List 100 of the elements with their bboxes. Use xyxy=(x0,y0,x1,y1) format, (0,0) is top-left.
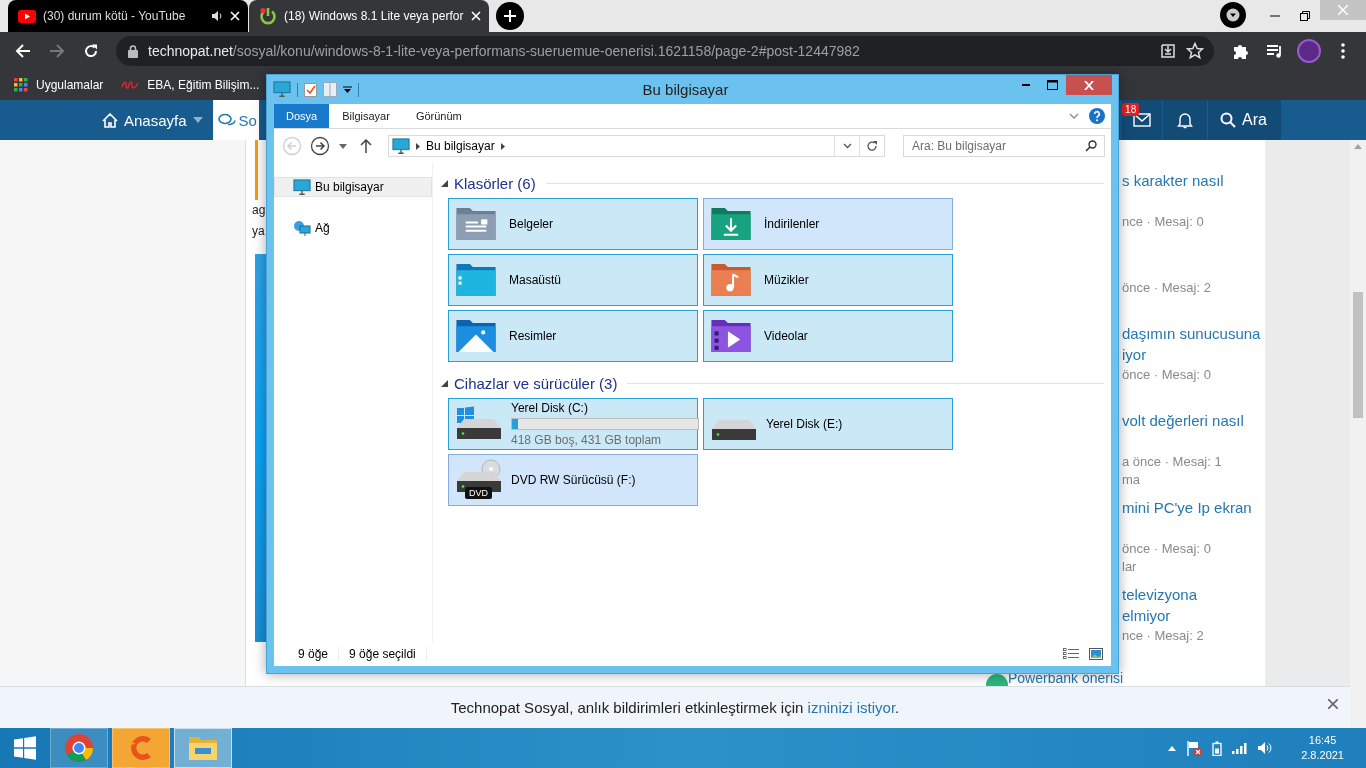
browser-tab[interactable]: (18) Windows 8.1 Lite veya perfor xyxy=(249,0,489,32)
scrollbar-thumb[interactable] xyxy=(1353,292,1363,418)
checklist-icon[interactable] xyxy=(304,82,317,97)
computer-icon xyxy=(273,81,291,98)
download-folder-icon xyxy=(710,207,752,241)
thread-title[interactable]: Powerbank önerisi xyxy=(1008,671,1124,686)
battery-plug-icon[interactable] xyxy=(1212,740,1223,756)
folder-tile[interactable]: Belgeler xyxy=(448,198,698,250)
signal-icon[interactable] xyxy=(1232,742,1248,754)
folder-tile[interactable]: Masaüstü xyxy=(448,254,698,306)
forward-arrow-icon xyxy=(49,43,65,59)
group-header: Klasörler (6) xyxy=(454,174,536,192)
flag-icon[interactable] xyxy=(1186,740,1203,756)
search-field[interactable]: Ara: Bu bilgisayar xyxy=(903,135,1105,157)
folder-tile[interactable]: İndirilenler xyxy=(703,198,953,250)
breadcrumb[interactable]: Bu bilgisayar xyxy=(426,139,495,153)
search-icon xyxy=(1220,112,1237,128)
close-button[interactable] xyxy=(1066,75,1112,95)
drive-tile[interactable]: Yerel Disk (E:) xyxy=(703,398,953,450)
music-folder-icon xyxy=(710,263,752,297)
media-queue-icon xyxy=(1266,43,1284,59)
picture-folder-icon xyxy=(455,319,497,353)
details-view-icon[interactable] xyxy=(1063,648,1079,660)
thread-title[interactable]: televizyona xyxy=(1122,584,1198,605)
home-icon xyxy=(102,112,118,128)
thread-title[interactable]: elmiyor xyxy=(1122,605,1198,626)
drive-icon xyxy=(712,420,756,440)
ribbon-tab[interactable]: Bilgisayar xyxy=(329,104,403,128)
minimize-icon xyxy=(1021,84,1030,86)
search-button[interactable]: Ara xyxy=(1208,100,1281,140)
thread-title[interactable]: volt değerleri nasıl xyxy=(1122,410,1244,431)
inbox-button[interactable]: 18 xyxy=(1122,100,1163,140)
show-hidden-icon[interactable] xyxy=(1168,745,1177,751)
back-arrow-icon xyxy=(15,43,31,59)
nav-link[interactable]: So xyxy=(212,100,259,140)
clock[interactable]: 16:45 2.8.2021 xyxy=(1301,733,1344,763)
help-icon[interactable] xyxy=(1089,108,1105,124)
browser-tab[interactable]: (30) durum kötü - YouTube xyxy=(8,0,248,32)
forward-button[interactable] xyxy=(308,134,332,158)
drive-name: DVD RW Sürücüsü (F:) xyxy=(511,473,637,487)
chrome-logo-icon xyxy=(64,733,94,763)
drive-name: Yerel Disk (C:) xyxy=(511,401,589,415)
nav-pane-item[interactable]: Ağ xyxy=(274,218,432,238)
chevron-icon[interactable] xyxy=(1069,113,1079,119)
avatar xyxy=(1297,39,1321,63)
post-text: ya xyxy=(252,223,265,240)
count-badge: 18 xyxy=(1122,103,1140,116)
windows-drive-icon xyxy=(455,406,503,442)
ribbon-tab[interactable]: Dosya xyxy=(274,104,330,128)
thread-title[interactable]: daşımın sunucusuna xyxy=(1122,323,1261,344)
folder-tile[interactable]: Videolar xyxy=(703,310,953,362)
power-logo-icon xyxy=(259,7,277,25)
apps-grid-icon xyxy=(14,78,28,92)
minimize-icon xyxy=(1270,15,1280,17)
mail-icon xyxy=(1133,113,1152,127)
close-icon xyxy=(1338,5,1348,15)
breadcrumb-arrow-icon xyxy=(416,142,420,150)
collapse-arrow-icon[interactable] xyxy=(441,379,448,387)
drive-name: Yerel Disk (E:) xyxy=(766,417,844,431)
thread-forum: lar xyxy=(1122,558,1137,576)
drive-tile[interactable]: DVD DVD RW Sürücüsü (F:) xyxy=(448,454,698,506)
close-icon[interactable] xyxy=(230,11,240,21)
new-tab-button[interactable] xyxy=(496,2,524,30)
bookmark[interactable]: EBA, Eğitim Bilişim... xyxy=(121,78,260,92)
tab-search-button[interactable] xyxy=(1220,2,1246,28)
folder-tile[interactable]: Resimler xyxy=(448,310,698,362)
caret-icon xyxy=(1226,8,1240,22)
address-field[interactable]: Bu bilgisayar xyxy=(388,135,885,157)
chevron-icon[interactable] xyxy=(842,143,852,149)
scrollbar[interactable] xyxy=(1350,140,1366,728)
url-text: technopat.net/sosyal/konu/windows-8-1-lite-veya-performans-sueruemue-oenerisi.1621158/page-2#post-12447982 xyxy=(148,43,861,59)
search-icon[interactable] xyxy=(1085,140,1097,152)
close-button[interactable] xyxy=(1328,699,1338,709)
dropdown-icon[interactable] xyxy=(343,85,352,94)
close-icon xyxy=(1328,699,1338,709)
nav-pane-item[interactable]: Bu bilgisayar xyxy=(274,177,432,197)
ribbon-tab[interactable]: Görünüm xyxy=(402,104,475,128)
alerts-button[interactable] xyxy=(1163,100,1208,140)
refresh-icon[interactable] xyxy=(866,140,878,152)
squiggle-logo-icon xyxy=(121,79,140,91)
thread-title[interactable]: iyor xyxy=(1122,344,1261,365)
document-folder-icon xyxy=(455,207,497,241)
bookmark[interactable]: Uygulamalar xyxy=(14,78,104,92)
large-icons-view-icon[interactable] xyxy=(1089,648,1103,660)
thread-meta: nce · Mesaj: 0 xyxy=(1122,213,1204,231)
close-icon[interactable] xyxy=(471,11,481,21)
star-icon[interactable] xyxy=(1186,42,1204,60)
download-icon[interactable] xyxy=(1160,43,1176,59)
drive-tile[interactable]: Yerel Disk (C:) 418 GB boş, 431 GB toplam xyxy=(448,398,698,450)
thread-title[interactable]: mini PC'ye Ip ekran xyxy=(1122,497,1252,518)
permission-link[interactable]: izninizi istiyor xyxy=(807,699,896,716)
folder-icon xyxy=(455,263,497,297)
nav-link[interactable]: Anasayfa xyxy=(98,100,213,140)
collapse-arrow-icon[interactable] xyxy=(441,179,448,187)
address-bar[interactable]: technopat.net/sosyal/konu/windows-8-1-lite-veya-performans-sueruemue-oenerisi.1621158/page-2#post-12447982 xyxy=(116,36,1214,66)
thread-title[interactable]: s karakter nasıl xyxy=(1122,170,1224,191)
network-icon xyxy=(293,220,311,236)
thread-meta: önce · Mesaj: 2 xyxy=(1122,279,1211,297)
speaker-icon[interactable] xyxy=(1257,741,1274,755)
folder-tile[interactable]: Müzikler xyxy=(703,254,953,306)
